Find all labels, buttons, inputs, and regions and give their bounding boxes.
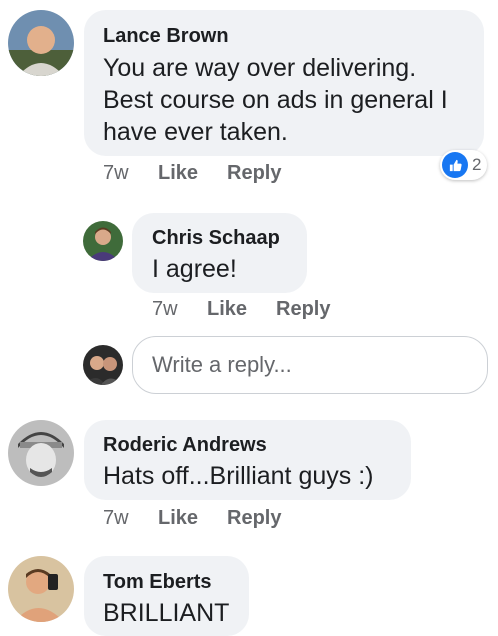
comment-author[interactable]: Chris Schaap [152,227,280,250]
comment-author[interactable]: Lance Brown [103,25,229,48]
thumbs-up-icon [442,152,468,178]
reply-input-placeholder: Write a reply... [152,352,292,377]
reply-button[interactable]: Reply [227,507,281,529]
avatar-chris-schaap[interactable] [83,221,123,261]
comment-text-line: You are way over delivering. [103,54,417,82]
comment-text-line: I agree! [152,255,237,283]
current-user-avatar [83,345,123,385]
comment-text-line: BRILLIANT [103,599,230,627]
comment-text-line: have ever taken. [103,118,288,146]
comment-text-line: Hats off...Brilliant guys :) [103,462,374,490]
comment-author[interactable]: Roderic Andrews [103,434,267,457]
comment-time[interactable]: 7w [103,162,129,184]
avatar-tom-eberts[interactable] [8,556,74,622]
avatar-roderic-andrews[interactable] [8,420,74,486]
reaction-summary[interactable]: 2 [440,150,488,180]
comment-time[interactable]: 7w [152,298,178,320]
comment-author[interactable]: Tom Eberts [103,571,212,594]
like-button[interactable]: Like [207,298,247,320]
reply-button[interactable]: Reply [276,298,330,320]
comment-text-line: Best course on ads in general I [103,86,448,114]
reply-button[interactable]: Reply [227,162,281,184]
comment-time[interactable]: 7w [103,507,129,529]
reaction-count: 2 [472,155,482,174]
comment-meta: 7w [103,162,129,185]
like-button[interactable]: Like [158,507,198,529]
avatar-lance-brown[interactable] [8,10,74,76]
like-button[interactable]: Like [158,162,198,184]
